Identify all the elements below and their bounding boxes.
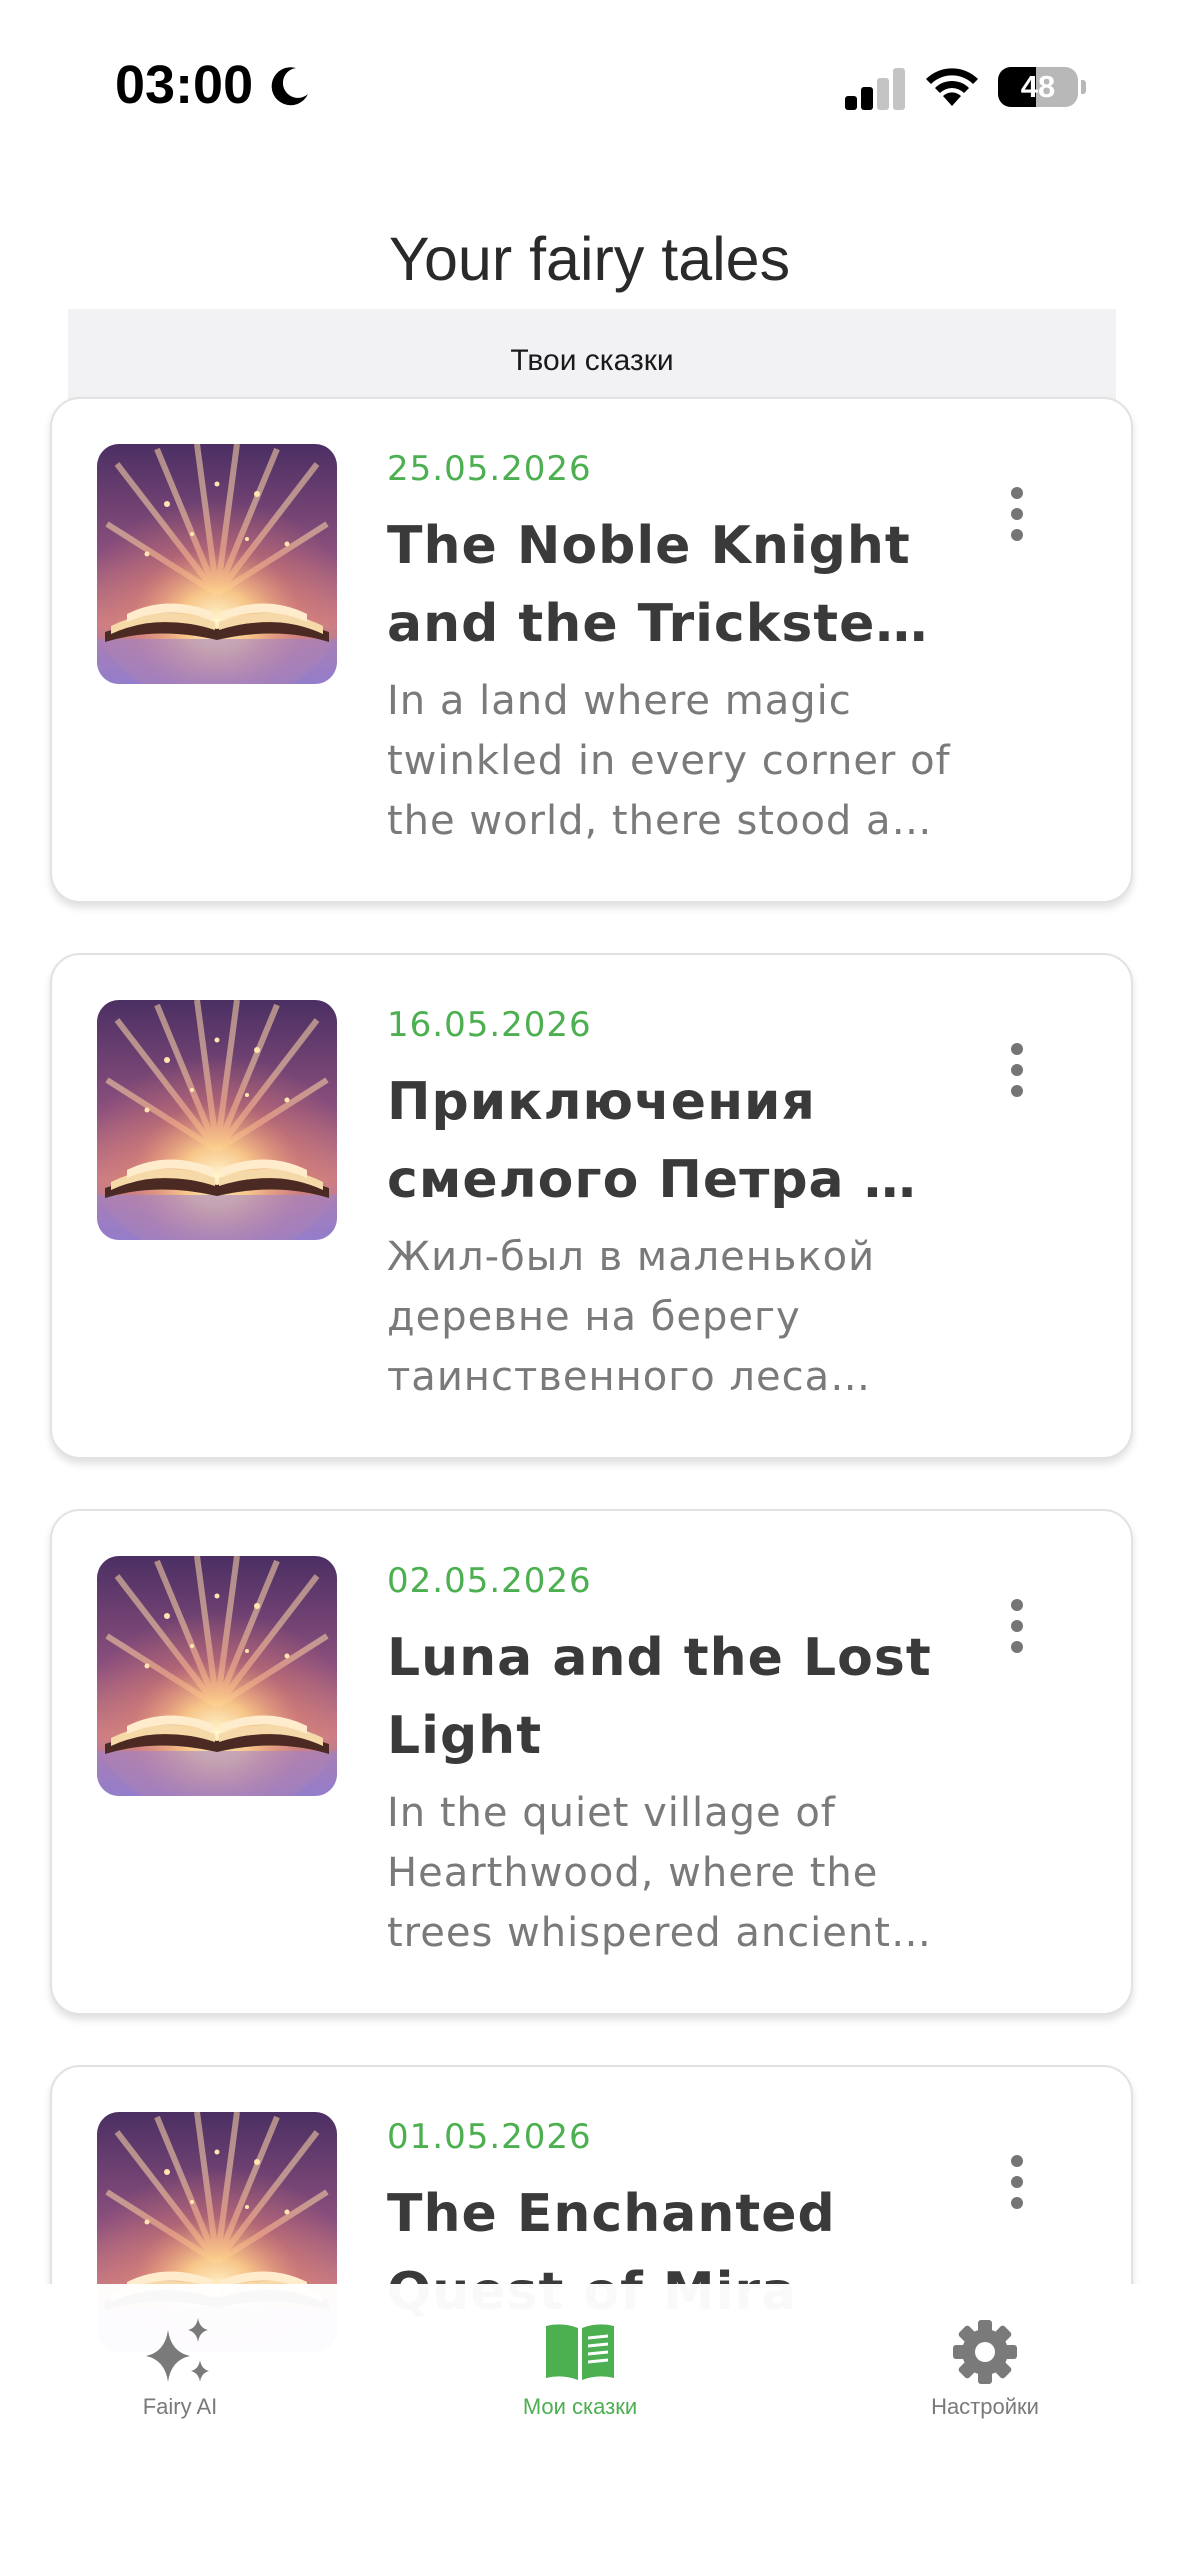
more-options-icon[interactable] (997, 2147, 1037, 2217)
story-excerpt: Жил-был в маленькой деревне на берегу та… (387, 1234, 876, 1400)
story-excerpt: In the quiet village of Hearthwood, wher… (387, 1790, 891, 1956)
story-date: 25.05.2026 (387, 449, 592, 489)
story-title: Luna and the Lost Light (387, 1628, 932, 1766)
open-book-icon (97, 444, 337, 684)
more-options-icon[interactable] (997, 1591, 1037, 1661)
gear-icon (953, 2320, 1017, 2384)
open-book-icon (97, 1000, 337, 1240)
tab-bar: Fairy AI Мои сказки Настройки (0, 2284, 1179, 2556)
more-options-icon[interactable] (997, 1035, 1037, 1105)
tab-settings[interactable]: Настройки (855, 2284, 1115, 2444)
signal-icon (845, 68, 905, 110)
book-icon (546, 2324, 614, 2380)
story-card[interactable]: 16.05.2026 Приключения смелого Петра и в… (50, 953, 1133, 1459)
page-title: Your fairy tales (388, 225, 791, 293)
moon-icon (271, 67, 308, 106)
screen: 03:00 48 Your fairy tales Твои сказки 25… (0, 0, 1179, 2556)
tab-label: Fairy AI (142, 2394, 218, 2419)
story-date: 01.05.2026 (387, 2117, 592, 2157)
story-card[interactable]: 02.05.2026 Luna and the Lost Light In th… (50, 1509, 1133, 2015)
open-book-icon (97, 1556, 337, 1796)
battery-tip (1081, 80, 1086, 94)
more-options-icon[interactable] (997, 479, 1037, 549)
story-card[interactable]: 25.05.2026 The Noble Knight and the Tric… (50, 397, 1133, 903)
battery-icon: 48 (998, 67, 1078, 107)
status-bar: 03:00 48 (0, 0, 1179, 150)
status-time: 03:00 (115, 55, 254, 115)
story-date: 02.05.2026 (387, 1561, 592, 1601)
tab-label: Мои сказки (522, 2394, 638, 2419)
story-title: The Noble Knight and the Trickster Tale (387, 516, 911, 654)
wifi-icon (926, 68, 978, 106)
sparkles-icon (146, 2318, 209, 2382)
tab-fairy-ai[interactable]: Fairy AI (50, 2284, 310, 2444)
story-date: 16.05.2026 (387, 1005, 592, 1045)
battery-level: 48 (1020, 69, 1056, 104)
tab-label: Настройки (931, 2394, 1039, 2419)
tab-my-tales[interactable]: Мои сказки (450, 2284, 710, 2444)
story-title: Приключения смелого Петра и волшебного л… (387, 1072, 902, 1210)
story-excerpt: In a land where magic twinkled in every … (387, 678, 951, 844)
